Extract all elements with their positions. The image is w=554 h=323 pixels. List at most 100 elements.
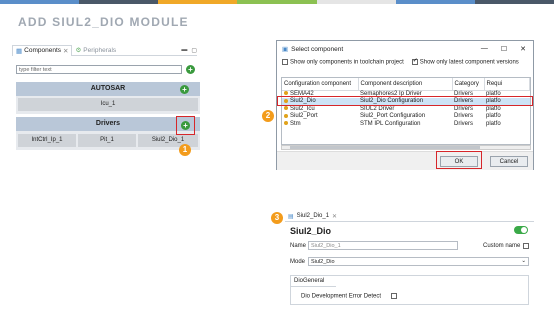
error-detect-label: Dio Development Error Detect: [301, 293, 382, 300]
dio-general-section: DioGeneral Dio Development Error Detect: [290, 275, 529, 305]
table-cell: platfo: [484, 105, 530, 113]
checkbox-checked-icon[interactable]: [411, 57, 418, 65]
select-component-dialog: ▣ Select component — ☐ ✕ Show only compo…: [276, 40, 534, 170]
close-icon[interactable]: ✕: [332, 213, 337, 220]
mode-label: Mode: [290, 259, 306, 265]
cell-text: Drivers: [454, 113, 473, 120]
col-category[interactable]: Category: [452, 78, 485, 91]
component-dot-icon: [284, 113, 288, 118]
dialog-title: Select component: [291, 45, 344, 53]
cell-text: Siul2_Port Configuration: [360, 113, 426, 120]
col-description[interactable]: Component description: [358, 78, 453, 91]
col-config-component[interactable]: Configuration component: [282, 78, 359, 91]
drivers-group: Drivers IntCtrl_Ip_1 Pit_1 Siul2_Dio_1: [16, 117, 200, 150]
minimize-icon[interactable]: ▬: [181, 47, 187, 54]
component-dot-icon: [284, 106, 288, 111]
enable-toggle[interactable]: [514, 226, 528, 234]
scrollbar-thumb[interactable]: [290, 146, 480, 149]
close-icon[interactable]: ✕: [520, 45, 526, 53]
selected-row-highlight: [277, 96, 533, 106]
minimize-icon[interactable]: —: [481, 45, 488, 53]
table-row[interactable]: Siul2_Icu SIUL2 Driver Drivers platfo: [282, 105, 530, 113]
top-color-bar: [0, 0, 554, 4]
add-filter-icon[interactable]: +: [186, 65, 195, 74]
filter-input[interactable]: type filter text: [16, 65, 182, 74]
panel-window-controls: ▬ ▢: [181, 47, 197, 54]
editor-tab[interactable]: ▤ Siul2_Dio_1 ✕: [285, 211, 534, 222]
component-intctrl[interactable]: IntCtrl_Ip_1: [18, 134, 76, 147]
mode-select[interactable]: Siul2_Dio ⌄: [308, 257, 529, 266]
component-dot-icon: [284, 121, 288, 126]
mode-value: Siul2_Dio: [311, 259, 335, 265]
tab-peripherals[interactable]: ⚙ Peripherals: [72, 45, 119, 56]
table-header: Configuration component Component descri…: [282, 78, 530, 91]
table-cell: platfo: [484, 113, 530, 121]
table-cell: STM IPL Configuration: [358, 120, 452, 128]
cell-text: Drivers: [454, 120, 473, 127]
tab-peripherals-label: Peripherals: [83, 46, 117, 54]
cancel-button[interactable]: Cancel: [490, 156, 528, 167]
table-row[interactable]: Stm STM IPL Configuration Drivers platfo: [282, 120, 530, 128]
table-cell: Drivers: [452, 105, 484, 113]
dialog-window-controls: — ☐ ✕: [481, 45, 533, 53]
cell-text: Stm: [290, 120, 301, 127]
editor-title: Siul2_Dio: [290, 226, 332, 236]
section-title: DioGeneral: [291, 276, 336, 287]
autosar-group: AUTOSAR Icu_1: [16, 82, 200, 114]
step-3-badge: 3: [271, 212, 283, 224]
component-editor: ▤ Siul2_Dio_1 ✕ Siul2_Dio Name Siul2_Dio…: [285, 211, 534, 307]
tab-components-label: Components: [24, 47, 62, 54]
table-cell: SIUL2 Driver: [358, 105, 452, 113]
add-driver-highlight: [176, 116, 195, 135]
table-cell: Siul2_Port: [282, 113, 358, 121]
dialog-footer: OK Cancel: [277, 151, 533, 170]
chevron-down-icon: ⌄: [521, 258, 526, 264]
dialog-options: Show only components in toolchain projec…: [277, 57, 533, 68]
opt-latest-label: Show only latest component versions: [419, 59, 519, 66]
close-icon[interactable]: ✕: [63, 47, 68, 55]
dialog-app-icon: ▣: [282, 46, 289, 53]
name-field[interactable]: Siul2_Dio_1: [308, 241, 458, 250]
components-icon: ▦: [16, 47, 23, 55]
cell-text: STM IPL Configuration: [360, 120, 421, 127]
opt-latest-only[interactable]: Show only latest component versions: [411, 57, 519, 66]
component-icu-1[interactable]: Icu_1: [18, 98, 198, 111]
table-cell: Stm: [282, 120, 358, 128]
maximize-icon[interactable]: ▢: [191, 47, 197, 54]
dialog-titlebar: ▣ Select component — ☐ ✕: [277, 41, 533, 57]
ok-button-highlight: [436, 151, 482, 169]
cell-text: Drivers: [454, 105, 473, 112]
opt-toolchain-only[interactable]: Show only components in toolchain projec…: [282, 59, 404, 66]
step-1-badge: 1: [179, 144, 191, 156]
peripherals-icon: ⚙: [75, 47, 82, 54]
drivers-header: Drivers: [16, 117, 200, 131]
cell-text: Siul2_Icu: [290, 105, 315, 112]
error-detect-row: Dio Development Error Detect: [301, 293, 399, 300]
components-panel: ▦ Components ✕ ⚙ Peripherals ▬ ▢ type fi…: [12, 44, 200, 156]
custom-name-checkbox[interactable]: [523, 243, 529, 249]
cell-text: platfo: [486, 113, 501, 120]
cell-text: Siul2_Port: [290, 113, 318, 120]
editor-tab-label: Siul2_Dio_1: [296, 213, 330, 219]
opt-toolchain-label: Show only components in toolchain projec…: [290, 59, 404, 66]
page-title: ADD SIUL2_DIO MODULE: [18, 15, 189, 29]
col-requires[interactable]: Requi: [484, 78, 530, 91]
checkbox-icon[interactable]: [282, 59, 288, 65]
add-autosar-icon[interactable]: +: [180, 85, 189, 94]
error-detect-checkbox[interactable]: [390, 293, 397, 299]
table-cell: Drivers: [452, 113, 484, 121]
table-row[interactable]: Siul2_Port Siul2_Port Configuration Driver…: [282, 113, 530, 121]
maximize-icon[interactable]: ☐: [501, 45, 507, 53]
table-cell: platfo: [484, 120, 530, 128]
cell-text: SIUL2 Driver: [360, 105, 395, 112]
component-pit[interactable]: Pit_1: [78, 134, 136, 147]
panel-tabs: ▦ Components ✕ ⚙ Peripherals ▬ ▢: [12, 44, 197, 56]
custom-name-label: Custom name: [483, 243, 521, 249]
autosar-header: AUTOSAR: [16, 82, 200, 96]
table-cell: Siul2_Port Configuration: [358, 113, 452, 121]
horizontal-scrollbar[interactable]: [281, 145, 531, 150]
table-cell: Drivers: [452, 120, 484, 128]
cell-text: platfo: [486, 120, 501, 127]
tab-components[interactable]: ▦ Components ✕: [12, 44, 73, 56]
component-dot-icon: [284, 91, 288, 96]
